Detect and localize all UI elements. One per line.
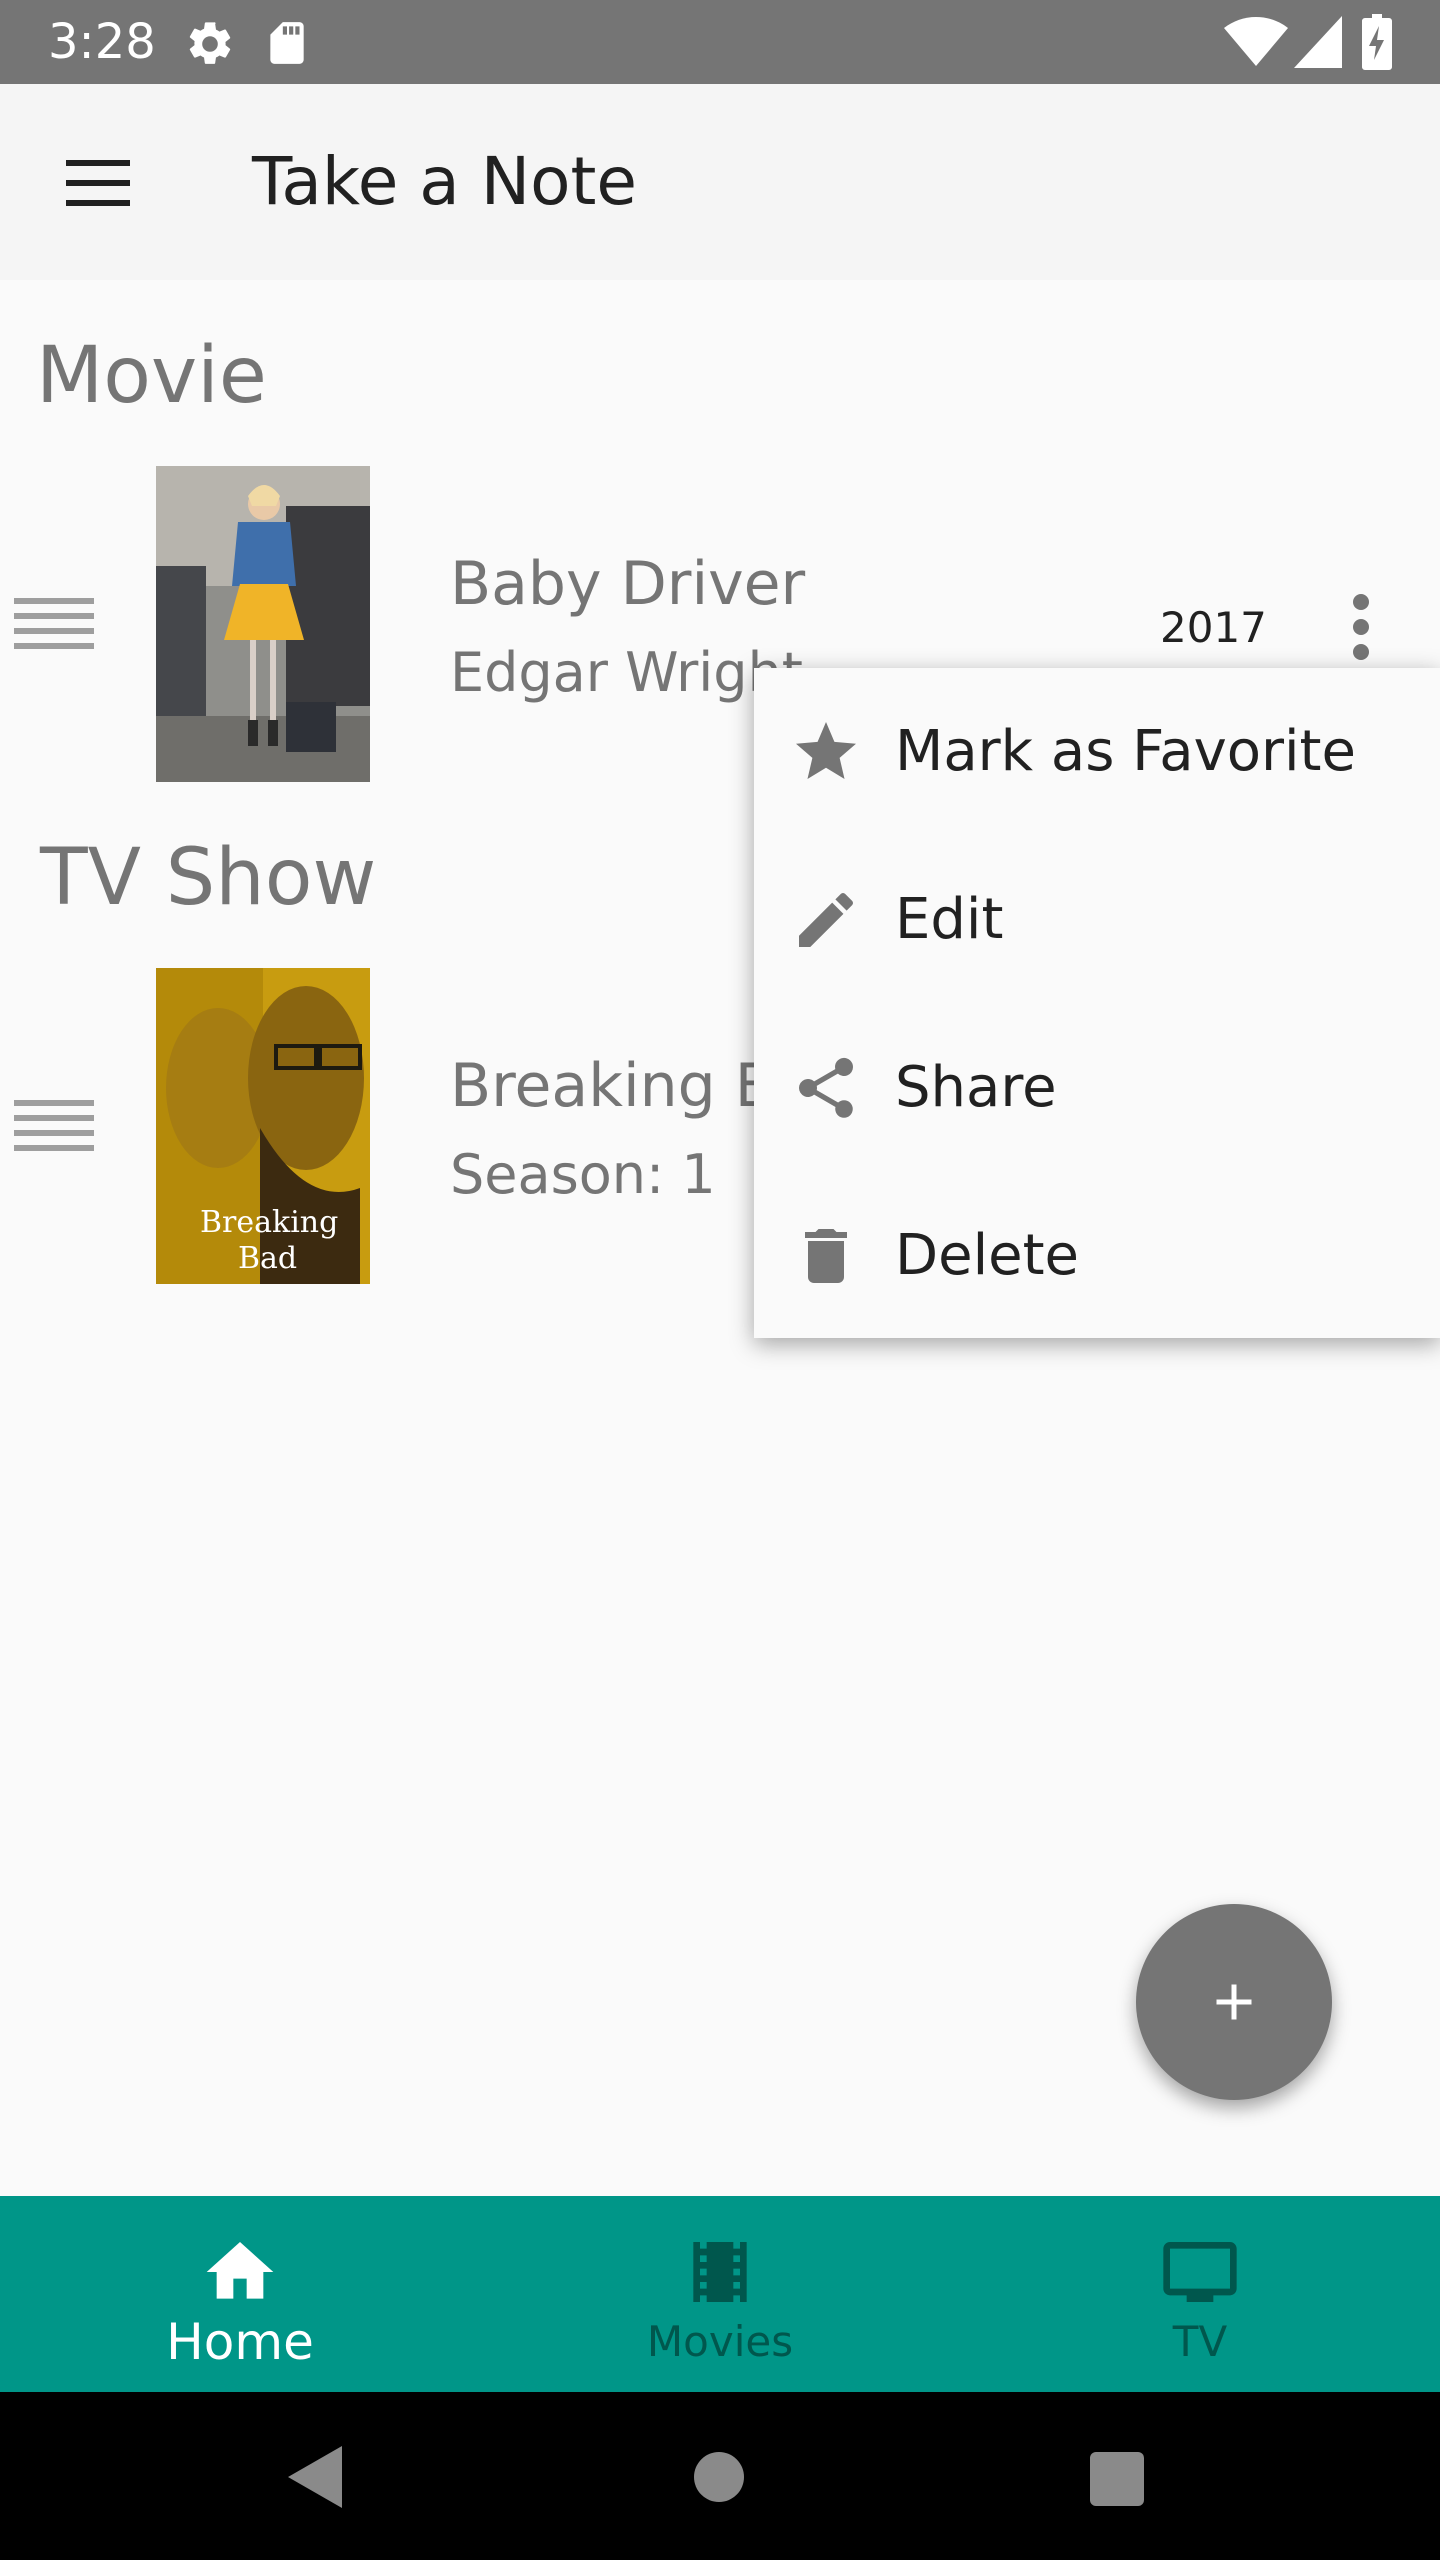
share-icon bbox=[798, 1057, 854, 1118]
popup-menu: Mark as Favorite Edit Share Delete bbox=[754, 668, 1440, 1338]
recents-icon[interactable] bbox=[1090, 2452, 1144, 2506]
cell-signal-icon bbox=[1294, 16, 1342, 68]
status-bar: 3:28 bbox=[0, 0, 1440, 84]
more-options-icon[interactable] bbox=[1340, 594, 1384, 660]
wifi-icon bbox=[1224, 17, 1288, 66]
section-title-movie: Movie bbox=[36, 331, 267, 421]
battery-charging-icon bbox=[1362, 14, 1392, 70]
bottom-navigation: Home Movies TV bbox=[0, 2196, 1440, 2392]
section-title-tv: TV Show bbox=[40, 833, 377, 923]
add-button[interactable] bbox=[1136, 1904, 1332, 2100]
film-icon bbox=[693, 2242, 747, 2302]
plus-icon bbox=[1216, 1984, 1252, 2020]
menu-item-mark-favorite[interactable]: Mark as Favorite bbox=[754, 668, 1440, 836]
nav-label: TV bbox=[1172, 2317, 1228, 2366]
hamburger-menu-icon[interactable] bbox=[66, 160, 130, 206]
tv-poster: Breaking Bad bbox=[156, 968, 370, 1284]
settings-icon bbox=[189, 22, 231, 64]
menu-item-label: Edit bbox=[895, 887, 1004, 952]
item-title: Baby Driver bbox=[450, 549, 806, 619]
page-title: Take a Note bbox=[252, 143, 637, 220]
sd-card-icon bbox=[270, 22, 304, 64]
nav-item-tv[interactable]: TV bbox=[960, 2196, 1440, 2392]
tv-icon bbox=[1163, 2242, 1237, 2302]
menu-item-share[interactable]: Share bbox=[754, 1004, 1440, 1172]
nav-label: Movies bbox=[646, 2317, 794, 2366]
item-year: 2017 bbox=[1160, 603, 1267, 652]
pencil-icon bbox=[799, 892, 854, 947]
nav-item-movies[interactable]: Movies bbox=[480, 2196, 960, 2392]
nav-item-home[interactable]: Home bbox=[0, 2196, 480, 2392]
back-icon[interactable] bbox=[288, 2446, 342, 2508]
trash-icon bbox=[805, 1229, 847, 1283]
drag-handle-icon[interactable] bbox=[14, 1100, 94, 1151]
menu-item-label: Delete bbox=[895, 1223, 1079, 1288]
menu-item-edit[interactable]: Edit bbox=[754, 836, 1440, 1004]
status-time: 3:28 bbox=[48, 14, 156, 70]
home-system-icon[interactable] bbox=[694, 2452, 744, 2502]
home-icon bbox=[206, 2242, 274, 2299]
menu-item-delete[interactable]: Delete bbox=[754, 1172, 1440, 1340]
star-icon bbox=[796, 722, 856, 779]
menu-item-label: Mark as Favorite bbox=[895, 719, 1356, 784]
item-subtitle: Edgar Wright bbox=[450, 641, 803, 704]
movie-poster bbox=[156, 466, 370, 782]
menu-item-label: Share bbox=[895, 1055, 1057, 1120]
item-subtitle: Season: 1 bbox=[450, 1143, 716, 1206]
nav-label: Home bbox=[166, 2313, 314, 2371]
poster-title-text: Breaking bbox=[200, 1205, 339, 1240]
poster-title-text: Bad bbox=[238, 1241, 298, 1276]
app-bar bbox=[0, 84, 1440, 280]
system-navigation-bar bbox=[0, 2392, 1440, 2560]
drag-handle-icon[interactable] bbox=[14, 598, 94, 649]
